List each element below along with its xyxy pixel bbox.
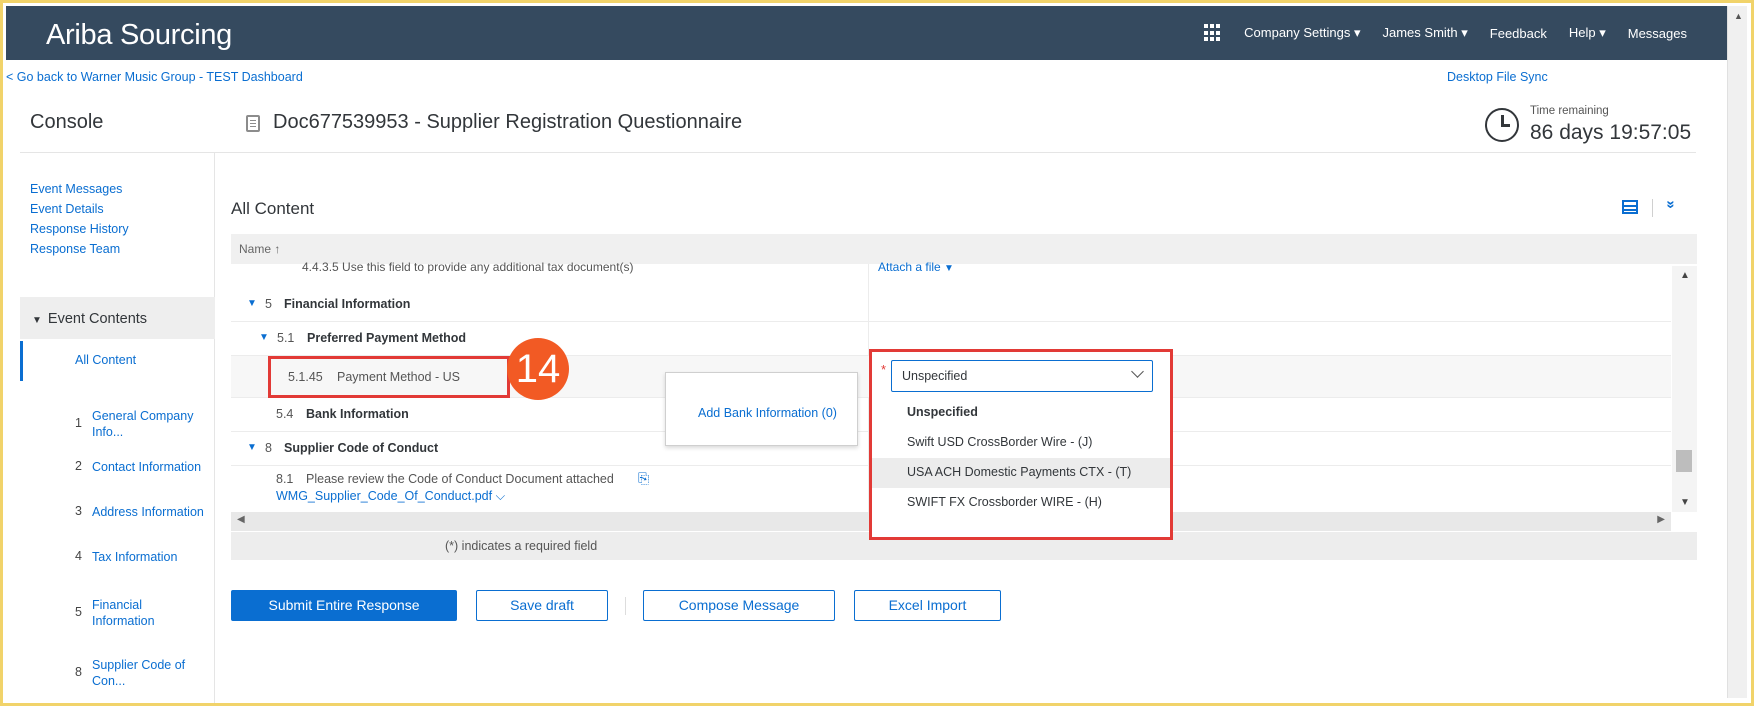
- sidebar: Event Messages Event Details Response Hi…: [20, 153, 215, 703]
- bank-info-popover: Add Bank Information (0): [665, 372, 858, 446]
- table-options-icon[interactable]: [1622, 200, 1638, 214]
- sidebar-link-event-details[interactable]: Event Details: [30, 199, 129, 219]
- row-label: Bank Information: [306, 407, 409, 421]
- row-label: Please review the Code of Conduct Docume…: [306, 472, 614, 486]
- document-icon: [246, 115, 260, 132]
- sidebar-item-label: Financial Information: [92, 598, 155, 628]
- excel-import-button[interactable]: Excel Import: [854, 590, 1001, 621]
- clock-icon: [1485, 108, 1519, 142]
- help-menu[interactable]: Help ▾: [1569, 25, 1606, 41]
- messages-link[interactable]: Messages: [1628, 26, 1687, 41]
- expand-all-icon[interactable]: »: [1663, 200, 1680, 208]
- row-label: Financial Information: [284, 297, 411, 311]
- feedback-link[interactable]: Feedback: [1490, 26, 1547, 41]
- column-header-name[interactable]: Name ↑: [239, 242, 280, 256]
- collapse-icon[interactable]: ▼: [247, 442, 257, 453]
- step-number-badge: 14: [507, 338, 569, 400]
- app-grid-icon[interactable]: [1204, 24, 1222, 42]
- sidebar-link-event-messages[interactable]: Event Messages: [30, 179, 129, 199]
- scroll-up-icon[interactable]: ▲: [1734, 11, 1743, 21]
- sidebar-item-label: Address Information: [92, 505, 204, 519]
- compose-message-button[interactable]: Compose Message: [643, 590, 835, 621]
- sidebar-item-financial[interactable]: 5 Financial Information: [20, 595, 215, 629]
- header-divider: [20, 152, 1696, 153]
- top-header-bar: Ariba Sourcing Company Settings ▾ James …: [6, 6, 1727, 60]
- chevron-down-icon: ▼: [944, 263, 954, 274]
- dropdown-option[interactable]: USA ACH Domestic Payments CTX - (T): [872, 458, 1170, 488]
- file-name: WMG_Supplier_Code_Of_Conduct.pdf: [276, 489, 493, 503]
- button-divider: [625, 597, 626, 615]
- console-title: Console: [30, 111, 104, 133]
- desktop-file-sync-link[interactable]: Desktop File Sync: [1447, 70, 1548, 84]
- sidebar-item-number: 1: [75, 416, 82, 430]
- payment-method-callout-box: [268, 356, 510, 398]
- row-number: 8.1: [276, 472, 294, 486]
- select-value: Unspecified: [902, 369, 968, 383]
- scroll-up-icon[interactable]: ▲: [1680, 270, 1690, 281]
- sidebar-item-number: 4: [75, 549, 82, 563]
- attach-file-link[interactable]: Attach a file ▼: [878, 260, 954, 274]
- event-contents-header[interactable]: ▼ Event Contents: [20, 297, 215, 339]
- sidebar-links: Event Messages Event Details Response Hi…: [30, 179, 129, 259]
- row-number: 5.4: [276, 407, 294, 421]
- time-remaining-value: 86 days 19:57:05: [1530, 121, 1692, 144]
- sidebar-item-label: Tax Information: [92, 550, 178, 564]
- top-nav: Company Settings ▾ James Smith ▾ Feedbac…: [1204, 6, 1687, 60]
- code-of-conduct-file-link[interactable]: WMG_Supplier_Code_Of_Conduct.pdf ⌵: [276, 489, 505, 504]
- table-row-cut: 4.4.3.5 Use this field to provide any ad…: [302, 260, 634, 274]
- sidebar-item-label: Contact Information: [92, 460, 202, 474]
- sidebar-item-label: Supplier Code of Con...: [92, 658, 186, 688]
- app-brand: Ariba Sourcing: [46, 19, 233, 51]
- sidebar-item-contact[interactable]: 2 Contact Information: [20, 459, 215, 479]
- collapse-icon[interactable]: ▼: [259, 332, 269, 343]
- row-number: 5: [265, 297, 272, 311]
- scrollbar-thumb[interactable]: [1676, 450, 1692, 472]
- save-draft-button[interactable]: Save draft: [476, 590, 608, 621]
- attach-file-label: Attach a file: [878, 260, 941, 274]
- user-menu[interactable]: James Smith ▾: [1383, 25, 1468, 41]
- dropdown-option[interactable]: Unspecified: [872, 398, 1170, 428]
- section-title: All Content: [231, 199, 315, 218]
- event-contents-label: Event Contents: [47, 311, 148, 327]
- page-title: Doc677539953 - Supplier Registration Que…: [273, 111, 743, 133]
- attachment-icon[interactable]: ⎘: [638, 470, 649, 487]
- sidebar-item-number: 8: [75, 665, 82, 679]
- sidebar-link-response-team[interactable]: Response Team: [30, 239, 129, 259]
- sidebar-link-response-history[interactable]: Response History: [30, 219, 129, 239]
- sidebar-item-all-content[interactable]: All Content: [20, 341, 215, 381]
- submit-entire-response-button[interactable]: Submit Entire Response: [231, 590, 457, 621]
- scroll-down-icon[interactable]: ▼: [1680, 497, 1690, 508]
- row-number: 8: [265, 441, 272, 455]
- dropdown-option[interactable]: Swift USD CrossBorder Wire - (J): [872, 428, 1170, 458]
- page-scrollbar[interactable]: ▲: [1727, 6, 1747, 698]
- collapse-icon[interactable]: ▼: [247, 298, 257, 309]
- caret-down-icon: ▼: [32, 315, 42, 326]
- toolbar-divider: [1652, 199, 1653, 217]
- payment-method-select[interactable]: Unspecified: [891, 360, 1153, 392]
- chevron-down-icon: ⌵: [495, 489, 506, 503]
- table-row[interactable]: ▼ 5 Financial Information: [231, 288, 1671, 322]
- scroll-right-icon[interactable]: ▶: [1657, 514, 1665, 525]
- row-label: Preferred Payment Method: [307, 331, 467, 345]
- chevron-down-icon: [1131, 365, 1144, 378]
- required-indicator: *: [881, 362, 887, 377]
- sidebar-item-number: 2: [75, 459, 82, 473]
- sidebar-item-general-company[interactable]: 1 General Company Info...: [20, 406, 215, 440]
- vertical-scrollbar[interactable]: ▲ ▼: [1672, 266, 1697, 512]
- sidebar-item-address[interactable]: 3 Address Information: [20, 504, 215, 524]
- sidebar-item-number: 5: [75, 605, 82, 619]
- row-number: 5.1: [277, 331, 295, 345]
- sidebar-item-number: 3: [75, 504, 82, 518]
- sidebar-item-code-of-conduct[interactable]: 8 Supplier Code of Con...: [20, 655, 215, 689]
- dropdown-option[interactable]: SWIFT FX Crossborder WIRE - (H): [872, 488, 1170, 518]
- company-settings-menu[interactable]: Company Settings ▾: [1244, 25, 1360, 41]
- back-to-dashboard-link[interactable]: < Go back to Warner Music Group - TEST D…: [6, 70, 303, 84]
- scroll-left-icon[interactable]: ◀: [237, 514, 245, 525]
- time-remaining-label: Time remaining: [1530, 105, 1609, 117]
- sidebar-item-label: General Company Info...: [92, 409, 194, 439]
- sidebar-item-tax[interactable]: 4 Tax Information: [20, 549, 215, 569]
- add-bank-information-link[interactable]: Add Bank Information (0): [698, 406, 837, 420]
- row-label: Supplier Code of Conduct: [284, 441, 439, 455]
